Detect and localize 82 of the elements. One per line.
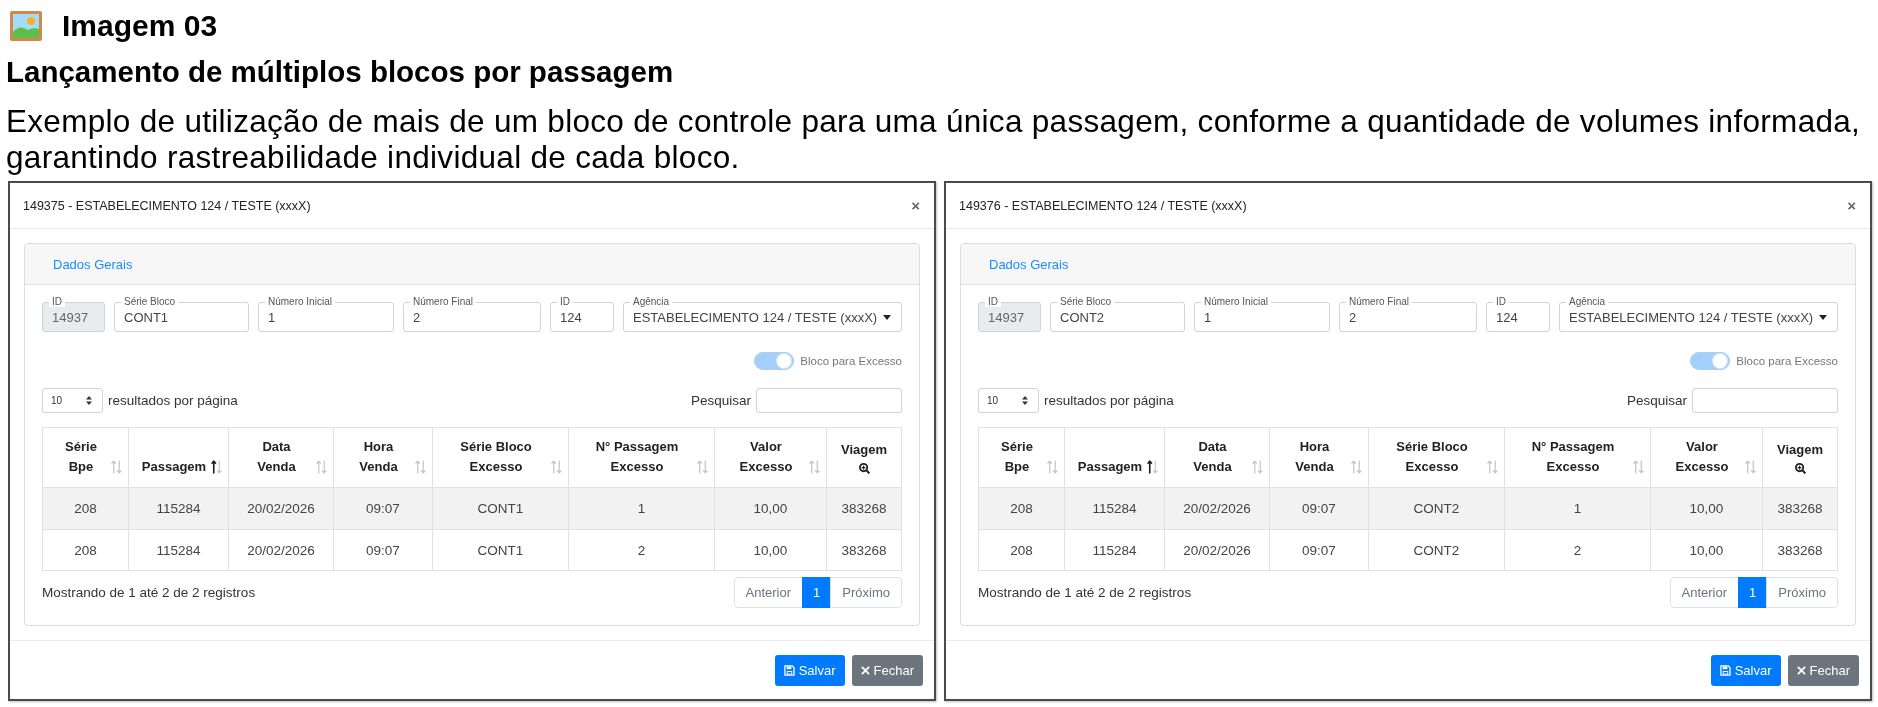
page-size-label: resultados por página	[1044, 393, 1174, 408]
column-header[interactable]: N° Passagem Excesso	[569, 428, 714, 487]
caret-icon	[883, 314, 891, 320]
dialog-title: 149375 - ESTABELECIMENTO 124 / TESTE (xxxX)	[23, 198, 311, 213]
search-field[interactable]	[1692, 388, 1838, 413]
toggle-label: Bloco para Excesso	[800, 355, 902, 367]
save-button[interactable]: Salvar	[774, 655, 845, 686]
table-cell: 208	[979, 488, 1064, 529]
updown-arrows-icon	[86, 396, 92, 405]
records-info: Mostrando de 1 até 2 de 2 registros	[978, 585, 1192, 600]
table-cell: CONT1	[433, 530, 568, 570]
close-icon	[1796, 666, 1806, 675]
table-cell: 383268	[1763, 530, 1837, 570]
page-size-select[interactable]: 10	[978, 388, 1039, 413]
table-cell: 383268	[827, 488, 901, 529]
table-cell: 2	[1505, 530, 1650, 570]
column-header[interactable]: Viagem	[1763, 428, 1837, 487]
column-header[interactable]: Hora Venda	[1270, 428, 1368, 487]
column-header[interactable]: Hora Venda	[334, 428, 432, 487]
column-header[interactable]: Série Bloco Excesso	[1369, 428, 1504, 487]
table-cell: 383268	[827, 530, 901, 570]
column-header[interactable]: Série Bpe	[43, 428, 128, 487]
column-header[interactable]: Passagem	[129, 428, 228, 487]
column-header[interactable]: N° Passagem Excesso	[1505, 428, 1650, 487]
table-cell: 208	[43, 530, 128, 570]
page-button[interactable]: 1	[802, 577, 832, 608]
page-subtitle: Lançamento de múltiplos blocos por passagem	[6, 54, 675, 90]
column-header[interactable]: Viagem	[827, 428, 901, 487]
table-cell: 10,00	[1651, 488, 1762, 529]
table-cell: 20/02/2026	[229, 488, 333, 529]
search-label: Pesquisar	[1626, 393, 1687, 408]
table-cell: 09:07	[334, 488, 432, 529]
table-cell: 20/02/2026	[1165, 530, 1269, 570]
zoom-in-icon	[1794, 463, 1806, 474]
table-cell: 10,00	[715, 488, 826, 529]
page-title: Imagem 03	[62, 8, 218, 44]
dialog-title: 149376 - ESTABELECIMENTO 124 / TESTE (xxxX)	[959, 198, 1247, 213]
updown-arrows-icon	[1022, 396, 1028, 405]
table-cell: 208	[43, 488, 128, 529]
table-cell: 2	[569, 530, 714, 570]
close-button[interactable]: Fechar	[851, 655, 923, 686]
page-button[interactable]: 1	[1738, 577, 1768, 608]
column-header[interactable]: Valor Excesso	[715, 428, 826, 487]
table-cell: CONT2	[1369, 488, 1504, 529]
table-cell: 10,00	[715, 530, 826, 570]
search-label: Pesquisar	[690, 393, 751, 408]
table-cell: 09:07	[1270, 488, 1368, 529]
table-cell: 208	[979, 530, 1064, 570]
table-cell: 115284	[1065, 530, 1164, 570]
table-cell: 1	[569, 488, 714, 529]
caret-icon	[1819, 314, 1827, 320]
zoom-in-icon	[858, 463, 870, 474]
table-cell: 115284	[129, 488, 228, 529]
close-button[interactable]: ×	[1845, 198, 1858, 213]
table-cell: 1	[1505, 488, 1650, 529]
column-header[interactable]: Série Bloco Excesso	[433, 428, 568, 487]
table-cell: 115284	[1065, 488, 1164, 529]
close-button[interactable]: ×	[909, 198, 922, 213]
close-icon	[860, 666, 870, 675]
page-size-label: resultados por página	[108, 393, 238, 408]
table-cell: 20/02/2026	[229, 530, 333, 570]
table-cell: 10,00	[1651, 530, 1762, 570]
page-size-select[interactable]: 10	[42, 388, 103, 413]
column-header[interactable]: Série Bpe	[979, 428, 1064, 487]
table-cell: 09:07	[1270, 530, 1368, 570]
column-header[interactable]: Valor Excesso	[1651, 428, 1762, 487]
table-cell: 383268	[1763, 488, 1837, 529]
toggle-label: Bloco para Excesso	[1736, 355, 1838, 367]
table-cell: CONT1	[433, 488, 568, 529]
save-button[interactable]: Salvar	[1710, 655, 1781, 686]
page-description: Exemplo de utilização de mais de um bloco de controle para uma única passagem, conforme a quantidade de volumes informada, garantindo rastreabilidade individual de cada bloco.	[6, 103, 1862, 175]
column-header[interactable]: Data Venda	[1165, 428, 1269, 487]
records-info: Mostrando de 1 até 2 de 2 registros	[42, 585, 256, 600]
table-cell: 20/02/2026	[1165, 488, 1269, 529]
search-field[interactable]	[756, 388, 902, 413]
table-cell: 115284	[129, 530, 228, 570]
table-cell: CONT2	[1369, 530, 1504, 570]
column-header[interactable]: Passagem	[1065, 428, 1164, 487]
table-cell: 09:07	[334, 530, 432, 570]
close-button[interactable]: Fechar	[1787, 655, 1859, 686]
framed-picture-icon	[10, 11, 42, 41]
column-header[interactable]: Data Venda	[229, 428, 333, 487]
